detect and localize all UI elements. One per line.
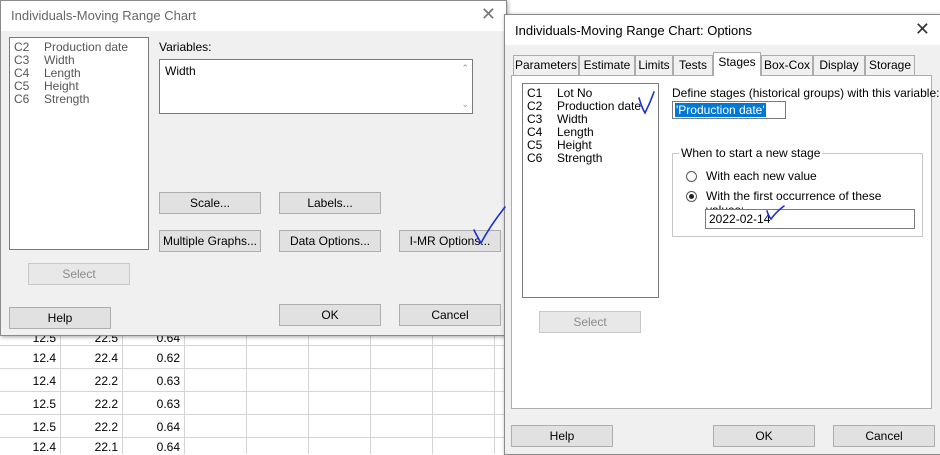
checkmark-icon	[638, 91, 655, 115]
checkmark-icon	[473, 206, 506, 245]
tab-stages[interactable]: Stages	[713, 52, 761, 76]
checkmark-icon	[766, 205, 785, 221]
annotation-layer	[473, 91, 785, 245]
